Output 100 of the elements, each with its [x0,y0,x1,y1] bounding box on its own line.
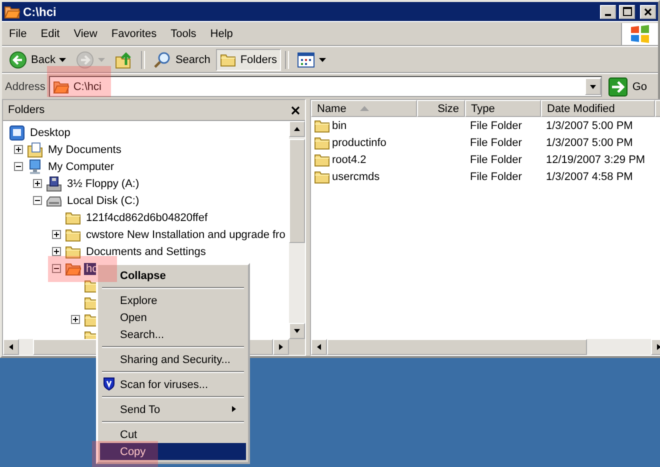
arrow-icon [293,125,301,133]
maximize-icon [622,7,632,16]
tree-item[interactable]: 3½ Floppy (A:) [65,178,142,190]
caret-icon [319,58,326,62]
scrollbar[interactable] [311,339,660,355]
menu-item[interactable]: Tools [164,26,204,42]
tree-item[interactable]: My Computer [46,160,116,172]
scroll-arrow-button[interactable] [273,339,289,355]
close-button[interactable] [640,4,656,18]
caret-icon [98,58,106,62]
context-menu-item[interactable]: Sharing and Security... [100,351,246,368]
search-icon [153,50,172,68]
scroll-arrow-button[interactable] [289,323,305,339]
computer-icon [27,158,43,174]
search-button[interactable]: Search [149,48,214,70]
close-icon [644,8,652,16]
expand-icon[interactable] [52,230,61,239]
up-folder-icon [115,50,134,68]
context-menu-item[interactable]: Open [100,309,246,326]
pane-title: Folders [8,104,45,116]
collapse-icon[interactable] [33,196,42,205]
expand-icon[interactable] [52,247,61,256]
folder-icon [314,170,330,184]
arrow-icon [230,404,238,412]
views-grid-icon [297,52,316,68]
tree-item[interactable]: Documents and Settings [84,246,208,258]
arrow-icon [315,343,323,351]
window-folder-icon [4,4,20,18]
context-menu-item[interactable]: Scan for viruses... [100,376,246,393]
folder-icon [65,228,81,242]
table-cell: 1/3/2007 4:58 PM [546,170,633,182]
tree-item[interactable]: cwstore New Installation and upgrade fro [84,228,288,240]
highlight-mark [47,66,111,97]
tree-item[interactable]: My Documents [46,144,124,156]
menu-item[interactable]: Help [203,26,240,42]
tree-item[interactable]: Local Disk (C:) [65,194,142,206]
maximize-button[interactable] [619,4,635,18]
caret-icon [59,58,66,62]
table-cell: 1/3/2007 5:00 PM [546,120,633,132]
folder-icon [314,118,330,132]
column-header[interactable]: Size [417,100,465,117]
close-icon[interactable] [291,106,300,114]
column-header[interactable]: Date Modified [541,100,655,117]
folder-icon [314,136,330,150]
highlight-mark [92,441,158,467]
context-menu-item[interactable]: Cut [100,426,246,443]
menu-item[interactable]: Edit [34,26,67,42]
sort-arrow-icon [360,106,370,111]
back-button[interactable]: Back [5,48,70,70]
open-folder-icon [65,262,81,276]
window-title: C:\hci [23,4,58,18]
table-cell: File Folder [470,170,522,182]
scroll-thumb[interactable] [327,339,587,355]
collapse-icon[interactable] [14,162,23,171]
open-folder-icon [53,80,70,94]
scroll-arrow-button[interactable] [3,339,19,355]
shield-icon [103,377,115,391]
column-header[interactable]: Type [465,100,541,117]
menu-item[interactable]: File [2,26,34,42]
folder-icon [65,244,81,258]
folder-icon [220,52,236,66]
table-cell: File Folder [470,120,522,132]
expand-icon[interactable] [71,315,80,324]
desktop-icon [9,124,25,140]
table-cell: 1/3/2007 5:00 PM [546,136,633,148]
scrollbar[interactable] [289,121,305,339]
menu-item[interactable]: Favorites [104,26,164,42]
context-menu-item[interactable]: Copy [100,443,246,460]
collapse-icon[interactable] [52,264,61,273]
scroll-arrow-button[interactable] [289,121,305,137]
go-button[interactable]: Go [606,76,655,96]
expand-icon[interactable] [14,145,23,154]
tree-item[interactable]: 121f4cd862d6b04820ffef [84,212,210,224]
arrow-icon [589,82,598,90]
documents-folder-icon [27,142,43,158]
table-cell: File Folder [470,136,522,148]
folders-button[interactable]: Folders [216,48,282,70]
file-name[interactable]: productinfo [332,136,386,148]
address-field[interactable]: C:\hci [49,76,602,97]
scroll-arrow-button[interactable] [311,339,327,355]
table-cell: 12/19/2007 3:29 PM [546,154,646,166]
folder-icon [65,210,81,224]
folder-icon [314,152,330,166]
dropdown-button[interactable] [585,78,602,95]
menu-item[interactable]: View [66,26,104,42]
address-label: Address [5,80,46,92]
context-menu-item[interactable]: Send To [100,401,246,418]
expand-icon[interactable] [33,179,42,188]
file-name[interactable]: root4.2 [332,154,366,166]
context-menu-item[interactable]: Collapse [100,267,246,284]
context-menu-item[interactable]: Search... [100,326,246,343]
tree-item[interactable]: Desktop [28,126,72,138]
arrow-icon [7,343,15,351]
context-menu-item[interactable]: Explore [100,292,246,309]
file-name[interactable]: bin [332,120,347,132]
table-cell: File Folder [470,154,522,166]
minimize-button[interactable] [600,4,616,18]
column-header[interactable]: Name [311,100,417,117]
scroll-thumb[interactable] [289,139,305,243]
file-name[interactable]: usercmds [332,170,380,182]
